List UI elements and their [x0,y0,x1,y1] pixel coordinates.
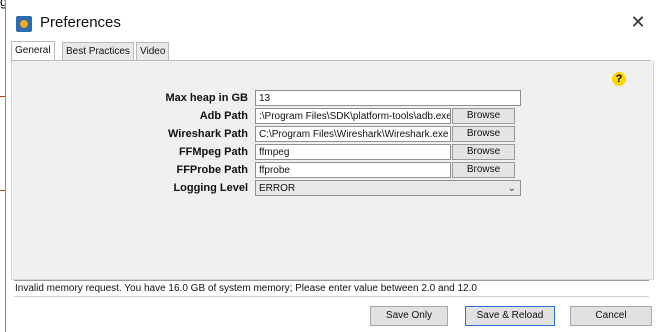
adb-browse-button[interactable]: Browse [452,108,515,124]
cancel-button[interactable]: Cancel [570,306,652,326]
max-heap-input[interactable]: 13 [255,90,521,106]
adb-path-label: Adb Path [199,110,248,122]
save-only-button[interactable]: Save Only [370,306,448,326]
chevron-down-icon: ⌄ [507,183,516,194]
wireshark-browse-button[interactable]: Browse [452,126,515,142]
window-title: Preferences [40,14,121,31]
app-icon [16,16,32,32]
logging-level-select[interactable]: ERROR ⌄ [255,180,521,196]
title-bar: Preferences ✕ [6,0,657,44]
adb-path-input[interactable]: :\Program Files\SDK\platform-tools\adb.e… [255,108,451,124]
wireshark-path-label: Wireshark Path [168,128,248,140]
save-reload-button[interactable]: Save & Reload [465,306,555,326]
logging-level-label: Logging Level [173,182,248,194]
status-message: Invalid memory request. You have 16.0 GB… [14,280,649,297]
tab-general[interactable]: General [11,41,55,60]
preferences-window: Preferences ✕ General Best Practices Vid… [5,0,657,332]
ffmpeg-path-label: FFMpeg Path [178,146,248,158]
tab-video[interactable]: Video [136,42,170,60]
ffmpeg-path-input[interactable]: ffmpeg [255,144,451,160]
wireshark-path-input[interactable]: C:\Program Files\Wireshark\Wireshark.exe [255,126,451,142]
close-icon[interactable]: ✕ [628,12,648,32]
ffprobe-path-input[interactable]: ffprobe [255,162,451,178]
max-heap-label: Max heap in GB [165,92,248,104]
ffprobe-browse-button[interactable]: Browse [452,162,515,178]
logging-level-value: ERROR [259,183,296,194]
ffmpeg-browse-button[interactable]: Browse [452,144,515,160]
tab-strip: General Best Practices Video [11,40,651,61]
help-icon[interactable]: ? [612,72,626,86]
tab-best-practices[interactable]: Best Practices [62,42,134,60]
ffprobe-path-label: FFProbe Path [176,164,248,176]
